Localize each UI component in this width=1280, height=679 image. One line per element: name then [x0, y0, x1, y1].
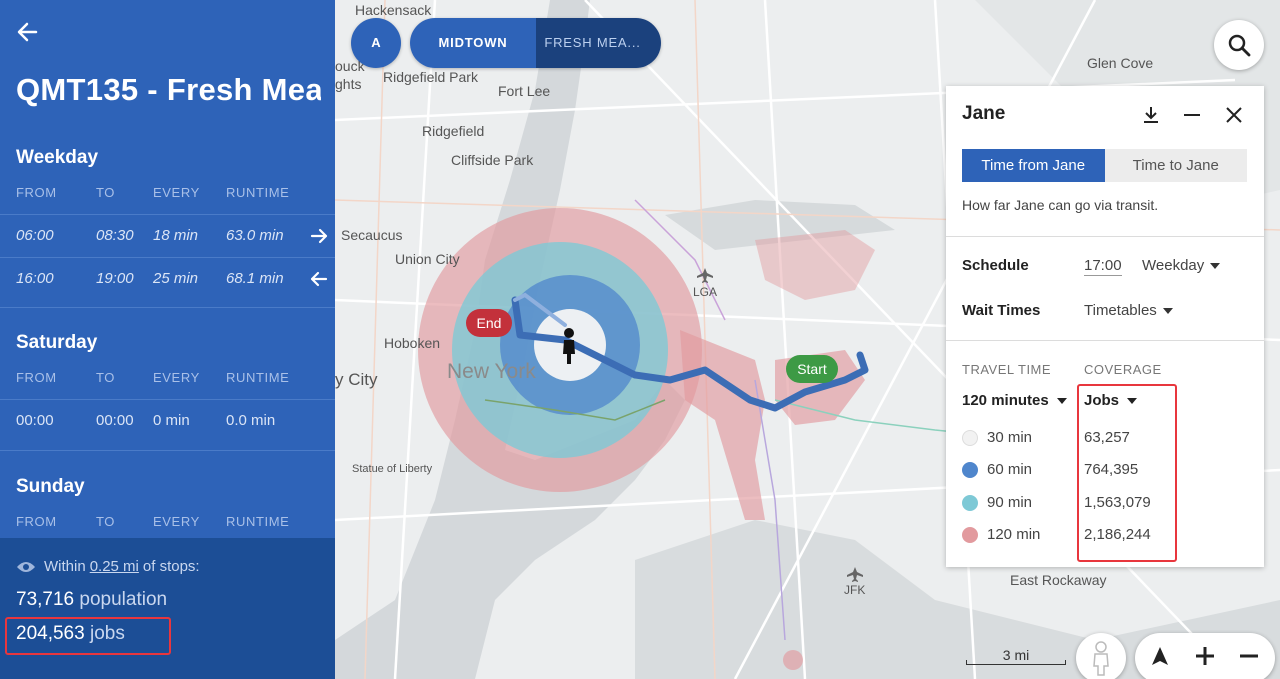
download-icon[interactable] — [1140, 104, 1162, 126]
arrow-right-icon — [310, 228, 328, 244]
panel-title: Jane — [962, 103, 1006, 124]
travel-time-header: TRAVEL TIME — [962, 362, 1052, 377]
schedule-time-input[interactable]: 17:00 — [1084, 257, 1122, 276]
population-stat: 73,716 population — [16, 589, 168, 610]
caret-down-icon — [1056, 397, 1067, 404]
zoom-in-icon[interactable] — [1183, 633, 1227, 679]
back-arrow-icon[interactable] — [16, 20, 44, 44]
map-label: y City — [335, 370, 378, 389]
map-label-airport: LGA — [693, 285, 718, 299]
schedule-header: FROM TO EVERY RUNTIME — [16, 185, 290, 200]
coverage-stats: Within 0.25 mi of stops: 73,716 populati… — [0, 538, 335, 679]
route-sidebar: QMT135 - Fresh Meadows Weekday FROM TO E… — [0, 0, 335, 679]
map-label: Secaucus — [341, 227, 403, 243]
map-label: East Rockaway — [1010, 572, 1107, 588]
map-label: Ridgefield Park — [383, 69, 478, 85]
start-marker[interactable]: Start — [786, 355, 838, 383]
map-label: Cliffside Park — [451, 152, 534, 168]
caret-down-icon — [1162, 307, 1173, 314]
legend-swatch-120 — [962, 527, 978, 543]
sunday-heading: Sunday — [16, 476, 85, 497]
tab-time-to[interactable]: Time to Jane — [1104, 149, 1247, 182]
weekday-schedule: Weekday FROM TO EVERY RUNTIME 06:00 08:3… — [0, 145, 335, 300]
map-label: Statue of Liberty — [352, 463, 433, 475]
search-icon — [1228, 34, 1251, 57]
saturday-heading: Saturday — [16, 332, 98, 353]
coverage-header: COVERAGE — [1084, 362, 1162, 377]
end-marker[interactable]: End — [466, 309, 512, 337]
legend-label: 90 min — [987, 494, 1033, 511]
map-label-new-york: New York — [447, 360, 536, 383]
schedule-label: Schedule — [962, 257, 1029, 274]
eye-icon[interactable] — [16, 560, 36, 574]
map-label: Ridgefield — [422, 123, 485, 139]
minimize-icon[interactable] — [1181, 104, 1203, 126]
street-view-button[interactable] — [1076, 633, 1126, 679]
direction-tabs: Time from Jane Time to Jane — [962, 149, 1247, 182]
person-icon — [1093, 641, 1109, 676]
isochrone-panel: Jane Time from Jane Time to Jane How far… — [946, 86, 1264, 567]
arrow-left-icon — [310, 271, 328, 287]
caret-down-icon — [1210, 262, 1221, 269]
compass-north-icon[interactable] — [1138, 633, 1182, 679]
wait-times-select[interactable]: Timetables — [1084, 302, 1173, 319]
coverage-highlight-box — [1077, 384, 1177, 562]
saturday-schedule: Saturday FROM TO EVERY RUNTIME 00:00 00:… — [0, 330, 335, 442]
map-label: Glen Cove — [1087, 55, 1154, 71]
distance-input[interactable]: 0.25 mi — [90, 558, 139, 575]
sunday-schedule: Sunday FROM TO EVERY RUNTIME — [0, 474, 335, 532]
legend-label: 30 min — [987, 429, 1033, 446]
schedule-header: FROM TO EVERY RUNTIME — [16, 370, 290, 385]
wait-times-label: Wait Times — [962, 302, 1041, 319]
schedule-row: 06:00 08:30 18 min 63.0 min — [0, 214, 335, 257]
panel-description: How far Jane can go via transit. — [962, 197, 1159, 213]
direction-midtown-button[interactable]: MIDTOWN — [410, 18, 536, 68]
direction-fresh-meadows-button[interactable]: FRESH MEA... — [536, 18, 661, 68]
travel-time-select[interactable]: 120 minutes — [962, 392, 1067, 409]
legend-swatch-30 — [962, 430, 978, 446]
route-variant-button[interactable]: A — [351, 18, 401, 68]
map-label: ghts — [335, 76, 362, 92]
jobs-highlight-box — [5, 617, 171, 655]
map-label: Hoboken — [384, 335, 441, 351]
route-title: QMT135 - Fresh Meadows — [16, 72, 321, 107]
schedule-header: FROM TO EVERY RUNTIME — [16, 514, 290, 529]
schedule-row: 00:00 00:00 0 min 0.0 min — [0, 399, 335, 442]
direction-toggle[interactable]: MIDTOWN FRESH MEA... — [410, 18, 661, 68]
close-icon[interactable] — [1223, 104, 1245, 126]
divider — [946, 236, 1264, 237]
map-nav-controls — [1135, 633, 1275, 679]
schedule-day-select[interactable]: Weekday — [1142, 257, 1221, 274]
legend-label: 60 min — [987, 461, 1033, 478]
weekday-heading: Weekday — [16, 147, 99, 168]
search-button[interactable] — [1214, 20, 1264, 70]
within-distance: Within 0.25 mi of stops: — [16, 558, 200, 575]
legend-swatch-90 — [962, 495, 978, 511]
zoom-out-icon[interactable] — [1227, 633, 1271, 679]
legend-swatch-60 — [962, 462, 978, 478]
schedule-row: 16:00 19:00 25 min 68.1 min — [0, 257, 335, 300]
map-label: Union City — [395, 251, 460, 267]
map-label: Fort Lee — [498, 83, 551, 99]
legend-label: 120 min — [987, 526, 1041, 543]
map-label: Hackensack — [355, 2, 432, 18]
divider — [946, 340, 1264, 341]
map-label-airport: JFK — [844, 583, 866, 597]
tab-time-from[interactable]: Time from Jane — [962, 149, 1105, 182]
scale-bar: 3 mi — [966, 647, 1066, 667]
